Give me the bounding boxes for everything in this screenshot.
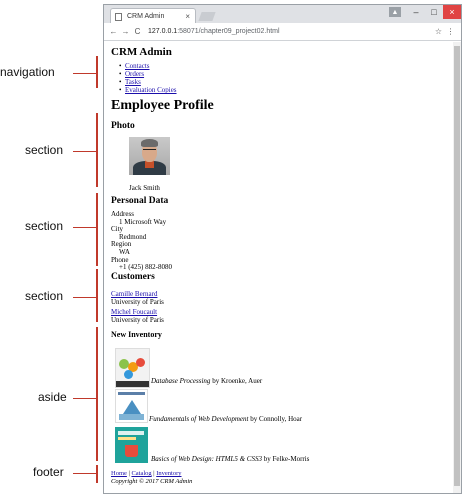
bracket-section-customers — [96, 269, 98, 322]
window-controls: ▲ – □ × — [389, 5, 461, 19]
employee-photo — [129, 137, 170, 175]
screenshot-stage: navigation section section section aside… — [0, 0, 465, 496]
menu-icon[interactable]: ⋮ — [445, 27, 456, 36]
inventory-heading: New Inventory — [111, 330, 162, 339]
footer-copyright: Copyright © 2017 CRM Admin — [111, 478, 193, 485]
browser-titlebar: CRM Admin × ▲ – □ × — [104, 5, 461, 23]
maximize-icon[interactable]: □ — [425, 5, 443, 19]
address-bar[interactable]: 127.0.0.1:58071/chapter09_project02.html — [148, 26, 429, 38]
customer-link[interactable]: Michel Foucault — [111, 308, 164, 316]
book-title: Fundamentals of Web Development — [149, 415, 249, 423]
close-window-icon[interactable]: × — [443, 5, 461, 19]
annotation-footer: footer — [33, 465, 64, 479]
forward-arrow-icon[interactable]: → — [120, 27, 131, 36]
annotation-section-personal: section — [25, 219, 64, 233]
photo-heading: Photo — [111, 121, 135, 131]
nav-link-orders[interactable]: Orders — [125, 70, 144, 78]
vertical-scrollbar[interactable] — [453, 42, 461, 493]
annotation-section-customers: section — [25, 289, 64, 303]
book-author: Kroenke, Auer — [220, 377, 263, 385]
bracket-section-photo — [96, 113, 98, 187]
main-nav: Contacts Orders Tasks Evaluation Copies — [125, 62, 177, 94]
phone-value: +1 (425) 882-8080 — [119, 263, 172, 272]
bracket-section-personal — [96, 193, 98, 266]
photo-caption: Jack Smith — [129, 184, 160, 192]
book-by: by — [210, 377, 221, 385]
customer-link[interactable]: Camille Bernard — [111, 290, 164, 298]
book-entry: Basics of Web Design: HTML5 & CSS3 by Fe… — [151, 455, 309, 463]
page-viewport: CRM Admin Contacts Orders Tasks Evaluati… — [104, 42, 461, 493]
annotation-aside-line — [73, 398, 97, 399]
browser-toolbar: ← → C 127.0.0.1:58071/chapter09_project0… — [104, 23, 461, 41]
annotation-footer-line — [73, 473, 97, 474]
new-tab-button[interactable] — [198, 12, 216, 21]
bracket-aside — [96, 327, 98, 461]
minimize-icon[interactable]: – — [407, 5, 425, 19]
url-path: :58071/chapter09_project02.html — [177, 27, 280, 35]
bracket-navigation — [96, 56, 98, 88]
book-entry: Fundamentals of Web Development by Conno… — [149, 415, 302, 423]
page-title: Employee Profile — [111, 98, 214, 113]
book-cover-fundamentals-web-dev[interactable] — [115, 389, 148, 423]
reload-icon[interactable]: C — [132, 27, 143, 36]
tab-crm-admin[interactable]: CRM Admin × — [110, 8, 196, 23]
footer-nav: Home | Catalog | Inventory — [111, 470, 182, 477]
footer-link-inventory[interactable]: Inventory — [156, 470, 181, 477]
customer-item: Michel Foucault University of Paris — [111, 308, 164, 324]
book-title: Database Processing — [151, 377, 211, 385]
book-cover-basics-web-design[interactable] — [115, 427, 148, 463]
back-arrow-icon[interactable]: ← — [108, 27, 119, 36]
nav-link-tasks[interactable]: Tasks — [125, 78, 141, 86]
annotation-navigation: navigation — [0, 65, 55, 79]
nav-link-evaluation-copies[interactable]: Evaluation Copies — [125, 86, 177, 94]
nav-link-contacts[interactable]: Contacts — [125, 62, 150, 70]
book-author: Connolly, Hoar — [258, 415, 303, 423]
footer-link-catalog[interactable]: Catalog — [131, 470, 151, 477]
browser-window: CRM Admin × ▲ – □ × ← → C 127.0.0.1:5807… — [103, 4, 462, 494]
tab-title: CRM Admin — [127, 13, 165, 20]
annotation-section-personal-line — [73, 227, 97, 228]
customer-item: Camille Bernard University of Paris — [111, 290, 164, 306]
footer-link-home[interactable]: Home — [111, 470, 127, 477]
personal-data-heading: Personal Data — [111, 196, 169, 206]
annotation-navigation-line — [73, 73, 97, 74]
bracket-footer — [96, 465, 98, 483]
book-by: by — [261, 455, 273, 463]
book-author: Felke-Morris — [272, 455, 310, 463]
annotation-section-photo-line — [73, 151, 97, 152]
book-title: Basics of Web Design: HTML5 & CSS3 — [151, 455, 262, 463]
customer-org: University of Paris — [111, 316, 164, 324]
app-title: CRM Admin — [111, 46, 172, 58]
page-icon — [115, 13, 122, 21]
customer-org: University of Paris — [111, 298, 164, 306]
tab-close-icon[interactable]: × — [185, 9, 190, 24]
book-entry: Database Processing by Kroenke, Auer — [151, 377, 262, 385]
bookmark-star-icon[interactable]: ☆ — [433, 27, 444, 36]
user-profile-icon[interactable]: ▲ — [389, 7, 401, 17]
book-cover-database-processing[interactable] — [115, 348, 150, 388]
annotation-section-photo: section — [25, 143, 64, 157]
annotation-aside: aside — [38, 390, 67, 404]
personal-data-list: Address 1 Microsoft Way City Redmond Reg… — [111, 210, 172, 272]
customers-heading: Customers — [111, 272, 155, 282]
annotation-section-customers-line — [73, 297, 97, 298]
page-content: CRM Admin Contacts Orders Tasks Evaluati… — [111, 42, 451, 493]
book-by: by — [248, 415, 259, 423]
url-host: 127.0.0.1 — [148, 27, 178, 35]
scrollbar-thumb[interactable] — [454, 46, 460, 486]
